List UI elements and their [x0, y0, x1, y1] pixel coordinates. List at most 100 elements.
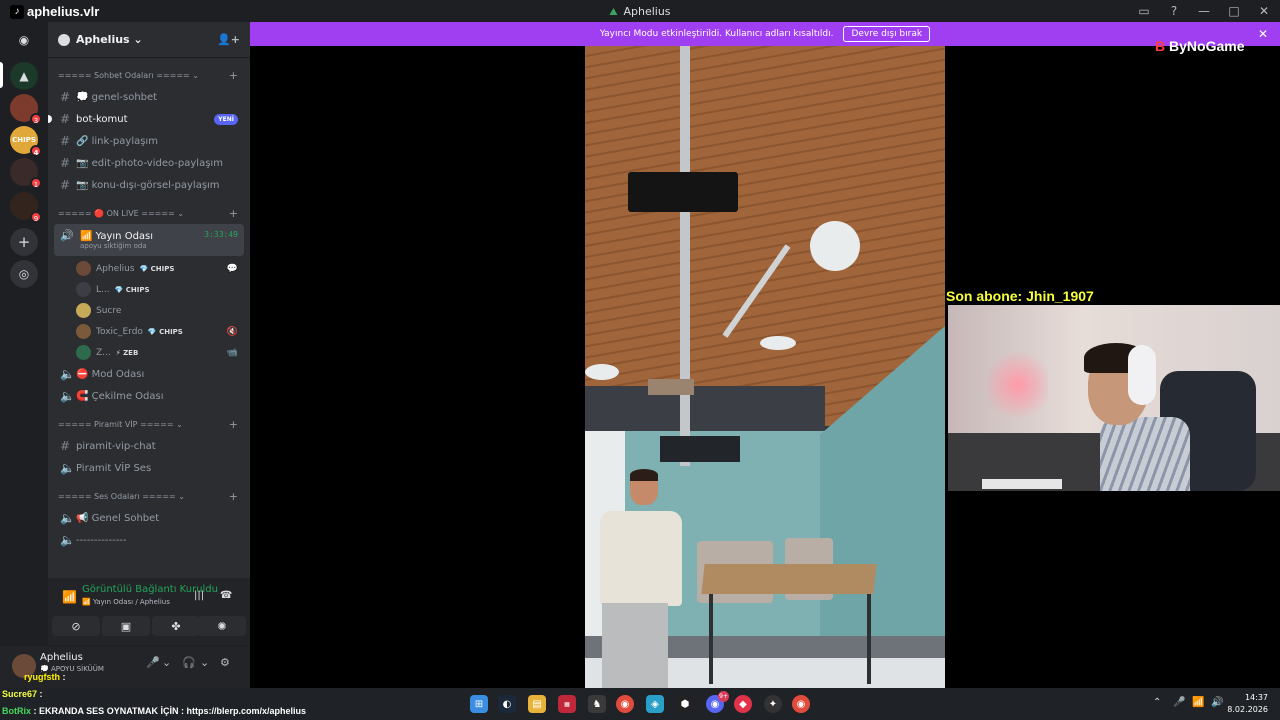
channel-edit-photo-video[interactable]: # 📷 edit-photo-video-paylaşım [54, 152, 244, 174]
window-title: Aphelius [609, 4, 671, 18]
soundboard-button[interactable]: ✺ [198, 616, 246, 636]
hash-icon: # [60, 439, 71, 453]
sponsor-logo-mark: B [1155, 38, 1166, 54]
voice-channel-yayin-odasi[interactable]: 🔊 📶 Yayın Odası apoyu siktiğim oda 3:33:… [54, 224, 244, 256]
channel-link-paylasim[interactable]: # 🔗 link-paylaşım [54, 130, 244, 152]
window-title-text: Aphelius [623, 4, 671, 18]
stream-view[interactable]: Son abone: Jhin_1907 B ByNoGame [250, 38, 1280, 688]
activities-button[interactable]: ✤ [152, 616, 200, 636]
chrome-icon[interactable]: ◉ [792, 695, 810, 713]
voice-location[interactable]: 📶 Yayın Odası / Aphelius [82, 598, 170, 606]
microphone-icon[interactable]: 🎤 [146, 656, 160, 669]
channel-bot-komut[interactable]: # bot-komut YENİ [48, 108, 244, 130]
server-icon-1[interactable]: 3 [10, 94, 42, 125]
gear-icon[interactable]: ⚙ [220, 656, 230, 669]
chevron-down-icon[interactable]: ⌄ [200, 656, 209, 669]
voice-channel-genel-sohbet[interactable]: 🔈 📢 Genel Sohbet [54, 507, 244, 529]
category-on-live[interactable]: ===== 🔴 ON LIVE ===== ⌄ + [48, 202, 250, 224]
speaker-icon: 🔈 [60, 533, 75, 547]
category-sohbet[interactable]: ===== Sohbet Odaları ===== ⌄ + [48, 64, 250, 86]
maximize-button[interactable]: □ [1226, 3, 1242, 19]
volume-icon[interactable]: 🔊 [1211, 697, 1223, 708]
channel-genel-sohbet[interactable]: # 💭 genel-sohbet [54, 86, 244, 108]
voice-channel-cekilme-odasi[interactable]: 🔈 🧲 Çekilme Odası [54, 385, 244, 407]
overlay-channel-name: ♪ aphelius.vlr [10, 4, 99, 19]
notice-close-icon[interactable]: ✕ [1258, 27, 1268, 41]
add-channel-icon[interactable]: + [229, 418, 238, 431]
app-icon[interactable]: ◆ [734, 695, 752, 713]
chevron-down-icon[interactable]: ⌄ [162, 656, 171, 669]
server-folder-icon[interactable]: 9 [10, 192, 42, 223]
app-icon[interactable]: ▦ [558, 695, 576, 713]
voice-member[interactable]: L... 💎 CHIPS [76, 279, 250, 300]
add-server-icon[interactable]: + [10, 228, 38, 256]
microphone-icon[interactable]: 🎤 [1173, 697, 1185, 708]
server-header[interactable]: Aphelius ⌄ 👤+ [48, 22, 250, 58]
steam-icon[interactable]: ◐ [498, 695, 516, 713]
member-tag: 💎 CHIPS [139, 264, 175, 273]
video-air-conditioner [660, 436, 740, 462]
server-chips-icon[interactable]: CHIPS 4 [10, 126, 42, 157]
voice-member[interactable]: Aphelius 💎 CHIPS 💬 [76, 258, 250, 279]
voice-member[interactable]: Z... ⚡ ZEB 📹 [76, 342, 250, 363]
chat-message-botrix: BotRix : EKRANDA SES OYNATMAK İÇİN : htt… [2, 706, 306, 716]
channel-label: ⛔ Mod Odası [76, 368, 145, 380]
discord-taskbar-icon[interactable]: ◉ 9+ [706, 691, 729, 713]
channel-label: 🧲 Çekilme Odası [76, 390, 164, 402]
voice-channel-piramit-vip-ses[interactable]: 🔈 Piramit VİP Ses [54, 457, 244, 479]
invite-user-icon[interactable]: 👤+ [217, 33, 240, 46]
network-icon[interactable]: 📶 [1192, 697, 1204, 708]
chat-username: ryugfsth [24, 672, 60, 682]
speaker-icon: 🔈 [60, 389, 75, 403]
channel-label: 📶 Yayın Odası [80, 230, 154, 242]
noise-suppression-icon[interactable]: ||| [194, 590, 204, 601]
server-icon-3[interactable]: 1 [10, 158, 42, 189]
category-ses-odalari[interactable]: ===== Ses Odaları ===== ⌄ + [48, 485, 250, 507]
hash-icon: # [60, 112, 71, 126]
avatar [76, 261, 91, 276]
channel-konu-disi[interactable]: # 📷 konu-dışı-görsel-paylaşım [54, 174, 244, 196]
sponsor-logo: B ByNoGame [1155, 38, 1244, 54]
disconnect-icon[interactable]: ☎ [220, 590, 232, 601]
system-clock[interactable]: 14:37 8.02.2026 [1227, 692, 1268, 716]
screen-share-button[interactable]: ▣ [102, 616, 150, 636]
app-icon[interactable]: ⬢ [676, 695, 694, 713]
video-beam [680, 46, 690, 466]
windows-start-icon[interactable]: ⊞ [470, 695, 488, 713]
camera-off-button[interactable]: ⊘ [52, 616, 100, 636]
chevron-up-icon[interactable]: ⌃ [1153, 697, 1161, 708]
discover-icon[interactable]: ◎ [10, 260, 38, 288]
video-lamp [585, 364, 619, 380]
file-explorer-icon[interactable]: ▤ [528, 695, 546, 713]
app-icon[interactable]: ✦ [764, 695, 782, 713]
inbox-icon[interactable]: ▭ [1136, 3, 1152, 19]
webcam-overlay [948, 305, 1280, 491]
channel-label: -------------- [76, 534, 127, 546]
voice-member[interactable]: Toxic_Erdo 💎 CHIPS 🔇 [76, 321, 250, 342]
close-window-button[interactable]: ✕ [1256, 3, 1272, 19]
add-channel-icon[interactable]: + [229, 207, 238, 220]
discord-home-icon[interactable]: ◉ [10, 26, 38, 54]
app-icon[interactable]: ◈ [646, 695, 664, 713]
add-channel-icon[interactable]: + [229, 69, 238, 82]
member-tag: ⚡ ZEB [115, 348, 139, 357]
minimize-button[interactable]: — [1196, 3, 1212, 19]
app-icon[interactable]: ♞ [588, 695, 606, 713]
voice-member[interactable]: Sucre [76, 300, 250, 321]
add-channel-icon[interactable]: + [229, 490, 238, 503]
voice-channel-dashes[interactable]: 🔈 -------------- [54, 529, 244, 551]
chat-message: Sucre67 : [2, 689, 43, 699]
tiktok-icon: ♪ [10, 4, 24, 19]
channel-piramit-vip-chat[interactable]: # piramit-vip-chat [54, 435, 244, 457]
disable-streamer-mode-button[interactable]: Devre dışı bırak [843, 26, 931, 42]
headphones-icon[interactable]: 🎧 [182, 656, 196, 669]
server-aphelius-icon[interactable]: ▲ [10, 62, 38, 90]
category-piramit-vip[interactable]: ===== Piramit VİP ===== ⌄ + [48, 413, 250, 435]
chat-username: BotRix [2, 706, 31, 716]
video-person-hair [630, 469, 658, 481]
voice-channel-mod-odasi[interactable]: 🔈 ⛔ Mod Odası [54, 363, 244, 385]
video-lamp [810, 221, 860, 271]
chrome-icon[interactable]: ◉ [616, 695, 634, 713]
help-icon[interactable]: ? [1166, 3, 1182, 19]
server-badge-icon [58, 33, 70, 46]
